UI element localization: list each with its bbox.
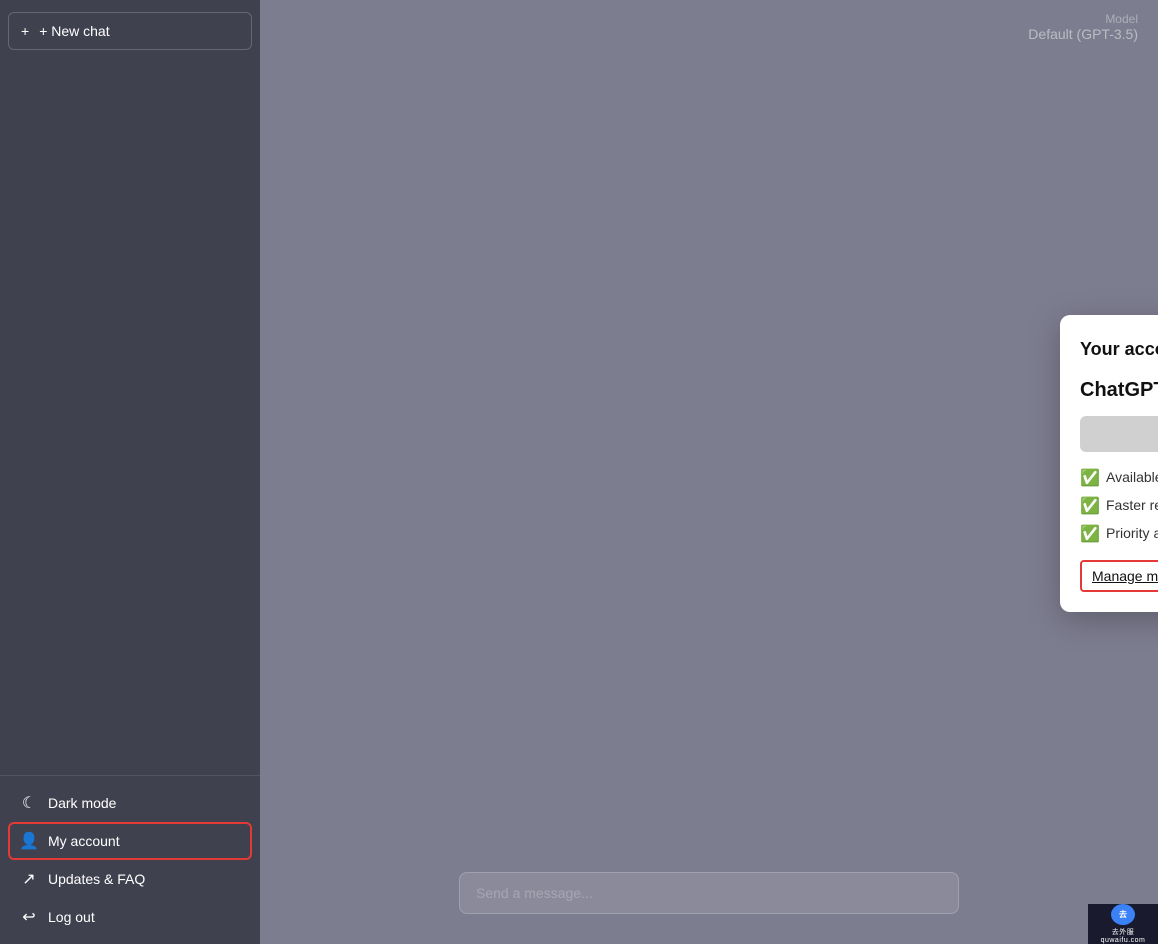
current-plan-button: Your current plan <box>1080 416 1158 452</box>
feature-item-3: ✅ Priority access to new features <box>1080 524 1158 542</box>
watermark-text-2: quwaifu.com <box>1101 937 1146 944</box>
sidebar-item-updates-faq[interactable]: ↗ Updates & FAQ <box>8 860 252 898</box>
modal-header: Your account × <box>1080 335 1158 363</box>
new-chat-button[interactable]: + + New chat <box>8 12 252 50</box>
check-icon-1: ✅ <box>1080 468 1098 486</box>
plan-title: ChatGPT Plus USD $20/mo <box>1080 379 1158 402</box>
watermark-text-1: 去外服 <box>1112 927 1135 937</box>
check-icon-2: ✅ <box>1080 496 1098 514</box>
main-area: Model Default (GPT-3.5) Your account × C… <box>260 0 1158 944</box>
feature-label-3: Priority access to new features <box>1106 525 1158 541</box>
watermark: 去 去外服 quwaifu.com <box>1088 904 1158 944</box>
sidebar: + + New chat ☾ Dark mode 👤 My account ↗ … <box>0 0 260 944</box>
feature-item-2: ✅ Faster response speed <box>1080 496 1158 514</box>
new-chat-icon: + <box>21 23 29 39</box>
dark-mode-icon: ☾ <box>20 794 38 812</box>
sidebar-item-my-account-label: My account <box>48 833 120 849</box>
your-account-modal: Your account × ChatGPT Plus USD $20/mo Y… <box>1060 315 1158 612</box>
feature-item-1: ✅ Available even when demand is high <box>1080 468 1158 486</box>
feature-label-2: Faster response speed <box>1106 497 1158 513</box>
manage-subscription-label: Manage my subscription <box>1092 568 1158 584</box>
updates-faq-icon: ↗ <box>20 870 38 888</box>
sidebar-top: + + New chat <box>0 0 260 62</box>
my-account-icon: 👤 <box>20 832 38 850</box>
check-icon-3: ✅ <box>1080 524 1098 542</box>
sidebar-item-my-account[interactable]: 👤 My account <box>8 822 252 860</box>
log-out-icon: ↩ <box>20 908 38 926</box>
new-chat-label: + New chat <box>39 23 109 39</box>
plan-name: ChatGPT Plus <box>1080 379 1158 401</box>
features-list: ✅ Available even when demand is high ✅ F… <box>1080 468 1158 542</box>
manage-subscription-link[interactable]: Manage my subscription <box>1080 560 1158 592</box>
sidebar-item-dark-mode[interactable]: ☾ Dark mode <box>8 784 252 822</box>
feature-label-1: Available even when demand is high <box>1106 469 1158 485</box>
watermark-logo: 去 <box>1111 904 1135 925</box>
sidebar-item-updates-faq-label: Updates & FAQ <box>48 871 145 887</box>
sidebar-item-dark-mode-label: Dark mode <box>48 795 116 811</box>
modal-title: Your account <box>1080 339 1158 360</box>
modal-overlay <box>260 0 1158 944</box>
sidebar-bottom: ☾ Dark mode 👤 My account ↗ Updates & FAQ… <box>0 775 260 944</box>
sidebar-item-log-out-label: Log out <box>48 909 95 925</box>
sidebar-item-log-out[interactable]: ↩ Log out <box>8 898 252 936</box>
